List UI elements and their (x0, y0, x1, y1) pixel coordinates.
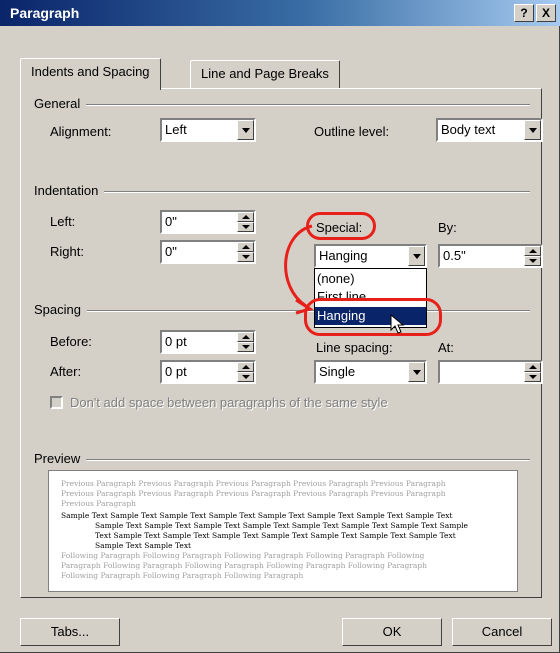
line-spacing-select[interactable]: Single (314, 360, 427, 384)
special-select[interactable]: Hanging (314, 244, 427, 268)
spin-up-icon[interactable] (237, 212, 254, 222)
before-spinner[interactable]: 0 pt (160, 330, 256, 354)
spin-down-icon[interactable] (237, 222, 254, 232)
at-spinner[interactable] (438, 360, 543, 384)
by-spinner[interactable]: 0.5" (438, 244, 543, 268)
spin-down-icon[interactable] (237, 342, 254, 352)
by-value: 0.5" (443, 248, 466, 263)
chevron-down-icon[interactable] (237, 120, 254, 140)
preview-group-label: Preview (34, 451, 87, 466)
tab-line-and-page-breaks[interactable]: Line and Page Breaks (190, 60, 340, 88)
annotation-circle-hanging (304, 298, 442, 336)
general-group-label: General (34, 96, 87, 111)
alignment-value: Left (165, 122, 187, 137)
before-value: 0 pt (165, 334, 187, 349)
chevron-down-icon[interactable] (408, 246, 425, 266)
mouse-cursor-icon (390, 314, 405, 334)
right-indent-spinner[interactable]: 0" (160, 240, 256, 264)
option-none[interactable]: (none) (315, 270, 426, 288)
outline-level-value: Body text (441, 122, 496, 137)
left-indent-value: 0" (165, 214, 177, 229)
special-value: Hanging (319, 248, 368, 263)
after-spinner[interactable]: 0 pt (160, 360, 256, 384)
spin-down-icon[interactable] (237, 252, 254, 262)
chevron-down-icon[interactable] (408, 362, 425, 382)
tabs-button[interactable]: Tabs... (20, 618, 120, 646)
indentation-group-label: Indentation (34, 183, 105, 198)
spin-down-icon[interactable] (237, 372, 254, 382)
spin-up-icon[interactable] (237, 332, 254, 342)
outline-level-select[interactable]: Body text (436, 118, 543, 142)
tab-indents-and-spacing[interactable]: Indents and Spacing (20, 58, 161, 90)
tab-label: Indents and Spacing (31, 64, 150, 79)
spin-down-icon[interactable] (524, 256, 541, 266)
line-spacing-value: Single (319, 364, 356, 379)
spin-down-icon[interactable] (524, 372, 541, 382)
title-bar: Paragraph ? X (0, 0, 560, 26)
tab-label: Line and Page Breaks (201, 66, 329, 81)
cancel-button[interactable]: Cancel (452, 618, 552, 646)
paragraph-dialog: Paragraph ? X Indents and Spacing Line a… (0, 0, 560, 653)
after-value: 0 pt (165, 364, 187, 379)
annotation-circle-special (306, 212, 376, 240)
spin-up-icon[interactable] (237, 362, 254, 372)
spin-up-icon[interactable] (524, 246, 541, 256)
dialog-title: Paragraph (10, 5, 80, 21)
spin-up-icon[interactable] (524, 362, 541, 372)
left-indent-spinner[interactable]: 0" (160, 210, 256, 234)
ok-button[interactable]: OK (342, 618, 442, 646)
tab-panel (20, 88, 542, 598)
right-indent-value: 0" (165, 244, 177, 259)
spin-up-icon[interactable] (237, 242, 254, 252)
help-button[interactable]: ? (514, 4, 534, 22)
close-button[interactable]: X (536, 4, 556, 22)
chevron-down-icon[interactable] (524, 120, 541, 140)
spacing-group-label: Spacing (34, 302, 87, 317)
alignment-select[interactable]: Left (160, 118, 256, 142)
